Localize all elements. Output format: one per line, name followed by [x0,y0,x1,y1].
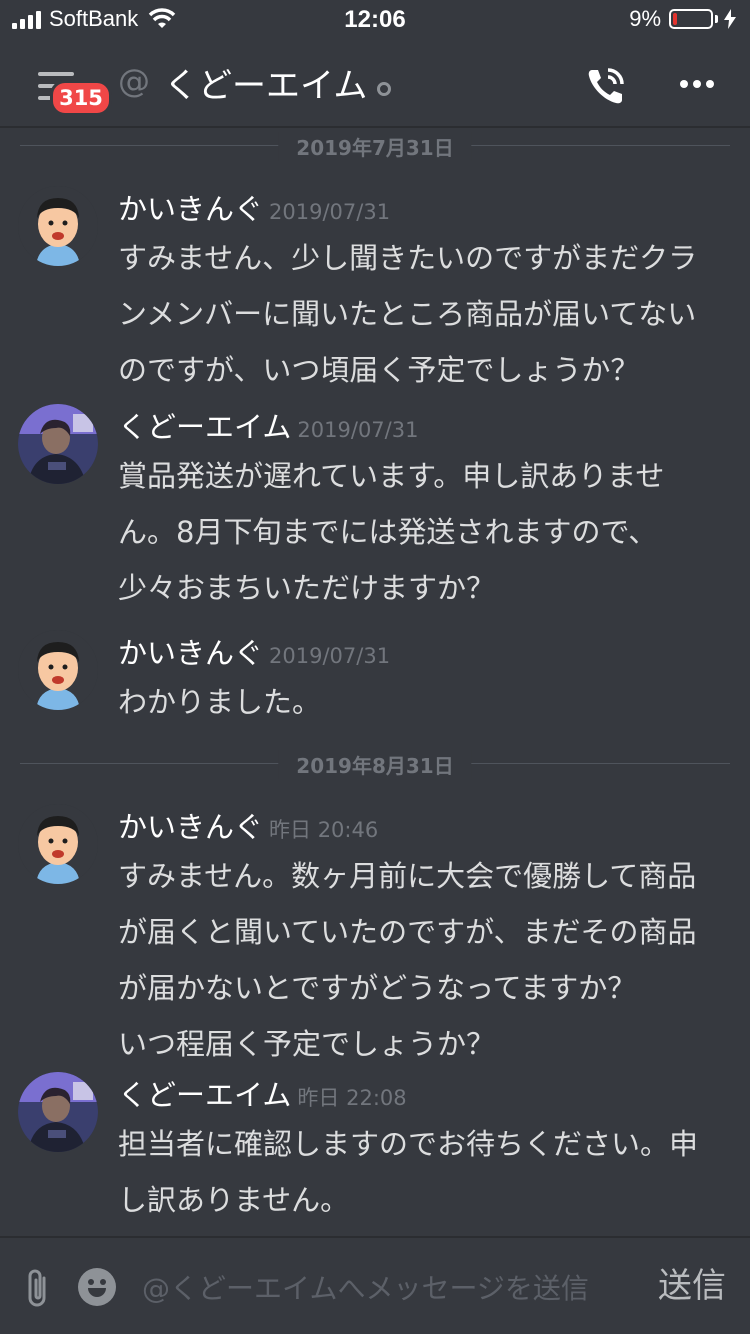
message-line: 担当者に確認しますのでお待ちください。申 [118,1127,699,1161]
avatar[interactable] [18,1072,98,1152]
message-line: が届くと聞いていたのですが、まだその商品 [118,915,697,949]
message-timestamp: 2019/07/31 [297,418,419,442]
avatar[interactable] [18,186,98,266]
date-divider-label: 2019年7月31日 [278,132,472,161]
message-timestamp: 2019/07/31 [269,644,391,668]
emoji-icon[interactable] [78,1268,116,1306]
message-input[interactable] [142,1266,622,1310]
message-author[interactable]: かいきんぐ [118,192,263,226]
message-line: 少々おまちいただけますか？ [118,571,496,605]
message-author[interactable]: かいきんぐ [118,810,263,844]
offline-status-icon [377,82,391,96]
message-text: 担当者に確認しますのでお待ちください。申 し訳ありません。 [118,1116,728,1228]
battery-icon [669,9,713,29]
date-divider: 2019年7月31日 [20,130,730,161]
unread-badge: 315 [50,80,112,116]
avatar[interactable] [18,804,98,884]
message-line: わかりました。 [118,685,322,719]
message-author[interactable]: くどーエイム [118,1078,291,1112]
status-bar: SoftBank 12:06 9% [0,0,750,40]
message-text: すみません、少し聞きたいのですがまだクラ ンメンバーに聞いたところ商品が届いてな… [118,230,728,398]
avatar[interactable] [18,404,98,484]
message-line: すみません。数ヶ月前に大会で優勝して商品 [118,859,697,893]
channel-title: くどーエイム [164,66,368,106]
send-button[interactable]: 送信 [658,1258,726,1307]
message-line: ん。8月下旬までには発送されますので、 [118,515,658,549]
more-options-icon[interactable] [680,80,714,88]
message-line: 賞品発送が遅れています。申し訳ありませ [118,459,665,493]
message-line: が届かないとですがどうなってますか？ [118,971,637,1005]
date-divider-label: 2019年8月31日 [278,750,472,779]
message-line: のですが、いつ頃届く予定でしょうか？ [118,353,640,387]
message-line: ンメンバーに聞いたところ商品が届いてない [118,297,697,331]
avatar[interactable] [18,630,98,710]
message-text: わかりました。 [118,674,728,730]
message-text: 賞品発送が遅れています。申し訳ありませ ん。8月下旬までには発送されますので、 … [118,448,728,616]
message-line: し訳ありません。 [118,1183,350,1217]
message-text: すみません。数ヶ月前に大会で優勝して商品 が届くと聞いていたのですが、まだその商… [118,848,728,1072]
at-icon: @ [118,62,150,100]
message-line: いつ程届く予定でしょうか？ [118,1027,496,1061]
message-author[interactable]: かいきんぐ [118,636,263,670]
charging-icon [724,9,736,29]
date-divider: 2019年8月31日 [20,748,730,779]
message-timestamp: 2019/07/31 [269,200,391,224]
message-timestamp: 昨日 20:46 [269,818,379,842]
battery-percent: 9% [629,6,661,31]
message-line: すみません、少し聞きたいのですがまだクラ [118,241,698,275]
call-icon[interactable] [586,66,626,106]
channel-header: 315 @ くどーエイム [0,40,750,128]
paperclip-icon[interactable] [22,1268,54,1308]
message-author[interactable]: くどーエイム [118,410,291,444]
message-timestamp: 昨日 22:08 [297,1086,407,1110]
message-composer: 送信 [0,1236,750,1334]
